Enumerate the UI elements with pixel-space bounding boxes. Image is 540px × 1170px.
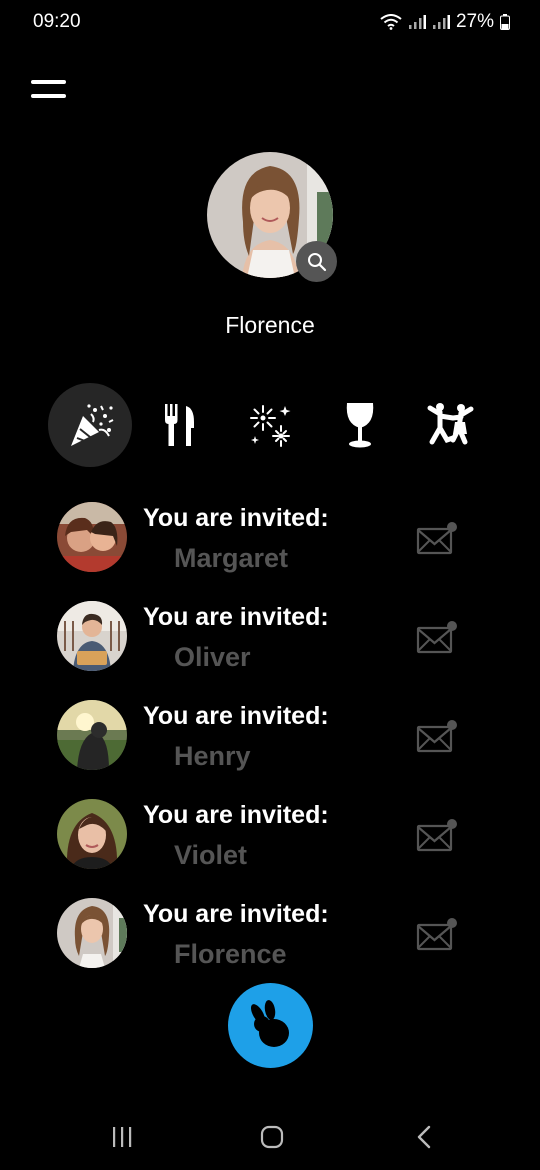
invite-item[interactable]: You are invited: Violet	[0, 797, 540, 895]
back-icon	[417, 1125, 431, 1149]
invite-title: You are invited:	[143, 603, 329, 631]
recent-apps-button[interactable]	[102, 1120, 142, 1154]
category-dancing[interactable]	[408, 383, 492, 467]
envelope-unread-icon	[416, 720, 457, 753]
invite-title: You are invited:	[143, 702, 329, 730]
mail-button[interactable]	[416, 619, 460, 655]
invite-name: Margaret	[174, 543, 289, 573]
envelope-unread-icon	[416, 522, 457, 555]
invite-name: Violet	[174, 840, 248, 870]
invite-item[interactable]: You are invited: Oliver	[0, 599, 540, 697]
envelope-unread-icon	[416, 621, 457, 654]
back-button[interactable]	[404, 1120, 444, 1154]
dancing-couple-icon	[427, 403, 474, 445]
mail-button[interactable]	[416, 817, 460, 853]
invite-name: Oliver	[174, 642, 251, 672]
invite-title: You are invited:	[143, 504, 329, 532]
mail-button[interactable]	[416, 520, 460, 556]
invite-avatar[interactable]	[57, 898, 127, 968]
status-icons: 27%	[380, 11, 510, 33]
wine-glass-icon	[346, 403, 374, 448]
signal-icon-2	[432, 15, 450, 29]
category-dining[interactable]	[138, 383, 222, 467]
invite-name: Florence	[174, 939, 287, 969]
invite-item[interactable]: You are invited: Florence	[0, 896, 540, 994]
invite-avatar[interactable]	[57, 700, 127, 770]
envelope-unread-icon	[416, 819, 457, 852]
search-button[interactable]	[296, 241, 337, 282]
mail-button[interactable]	[416, 718, 460, 754]
invite-avatar[interactable]	[57, 601, 127, 671]
category-fireworks[interactable]	[228, 383, 312, 467]
menu-button[interactable]	[31, 78, 67, 102]
status-time: 09:20	[33, 11, 81, 32]
wifi-icon	[380, 14, 402, 30]
category-selector	[48, 383, 492, 467]
invite-item[interactable]: You are invited: Margaret	[0, 500, 540, 598]
fab-button[interactable]	[228, 983, 313, 1068]
party-popper-icon	[71, 404, 114, 446]
fork-knife-icon	[165, 404, 194, 446]
battery-icon	[500, 14, 510, 30]
category-party[interactable]	[48, 383, 132, 467]
bunny-icon	[250, 999, 289, 1047]
fireworks-icon	[250, 405, 291, 447]
home-icon	[260, 1125, 284, 1149]
status-bar: 09:20 27%	[0, 0, 540, 44]
recent-apps-icon	[113, 1127, 132, 1147]
invite-title: You are invited:	[143, 801, 329, 829]
system-nav-bar	[0, 1100, 540, 1170]
invite-avatar[interactable]	[57, 799, 127, 869]
mail-button[interactable]	[416, 916, 460, 952]
invite-avatar[interactable]	[57, 502, 127, 572]
invite-name: Henry	[174, 741, 251, 771]
invite-title: You are invited:	[143, 900, 329, 928]
battery-percent: 27%	[455, 11, 494, 32]
profile-name: Florence	[225, 312, 315, 338]
envelope-unread-icon	[416, 918, 457, 951]
home-button[interactable]	[252, 1120, 292, 1154]
category-drinks[interactable]	[318, 383, 402, 467]
search-icon	[307, 252, 326, 271]
signal-icon-1	[408, 15, 426, 29]
invite-item[interactable]: You are invited: Henry	[0, 698, 540, 796]
